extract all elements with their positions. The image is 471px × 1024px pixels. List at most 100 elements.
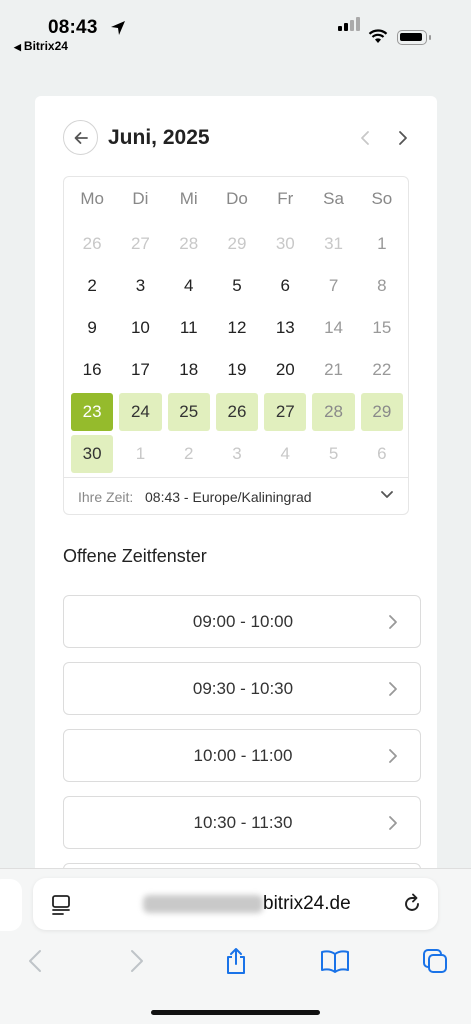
status-time: 08:43 [48,17,98,38]
time-slot-label: 09:30 - 10:30 [192,679,294,698]
calendar-day: 14 [324,318,344,337]
calendar-day: 30 [275,234,295,253]
calendar-day: 6 [377,444,387,463]
reload-icon[interactable] [401,893,423,915]
calendar-day: 4 [280,444,291,463]
battery-icon [397,30,431,45]
calendar-day-available[interactable]: 25 [167,393,210,431]
wifi-icon [368,29,388,43]
back-app-label: Bitrix24 [23,39,68,53]
calendar-day: 16 [82,360,102,379]
chevron-right-icon [399,131,407,145]
chevron-right-icon [131,950,143,972]
time-slot[interactable]: 09:30 - 10:30 [63,662,421,715]
calendar-day: 29 [227,234,247,253]
chevron-left-icon [29,950,41,972]
calendar-day: 31 [324,234,344,253]
time-slot[interactable]: 09:00 - 10:00 [63,595,421,648]
weekday-label: Do [226,189,248,208]
chevron-left-icon [361,131,369,145]
calendar-day-available[interactable]: 24 [119,393,162,431]
chevron-right-icon [389,615,397,629]
calendar-day-available[interactable]: 26 [215,393,259,431]
timezone-label: Ihre Zeit: [78,489,134,505]
booking-card: Juni, 2025 Mo Di Mi Do Fr Sa So 26 27 28… [35,96,437,916]
url-domain: bitrix24.de [263,893,351,914]
calendar-grid: Mo Di Mi Do Fr Sa So 26 27 28 29 30 31 1… [63,176,409,515]
calendar-day: 5 [328,444,339,463]
calendar-day: 21 [324,360,344,379]
calendar-day-available[interactable]: 28 [312,393,355,431]
share-icon [227,948,245,974]
calendar-day: 7 [328,276,339,295]
calendar-day-available[interactable]: 27 [264,393,307,431]
address-bar[interactable]: bitrix24.de [33,878,438,930]
timezone-selector[interactable]: Ihre Zeit: 08:43 - Europe/Kaliningrad [64,477,408,515]
calendar-day: 5 [232,276,242,295]
bookmarks-button[interactable] [320,946,350,976]
tabs-button[interactable] [420,946,450,976]
chevron-down-icon [381,491,393,498]
calendar-day: 15 [372,318,392,337]
share-button[interactable] [221,946,251,976]
calendar-day: 13 [275,318,295,337]
time-slot-label: 10:30 - 11:30 [193,813,293,832]
calendar-day: 12 [227,318,247,337]
timezone-value: 08:43 - Europe/Kaliningrad [145,489,312,505]
calendar-day-available[interactable]: 29 [360,393,403,431]
calendar-day: 10 [130,318,150,337]
calendar-day: 20 [275,360,295,379]
status-bar: 08:43 ◀ Bitrix24 [0,0,471,60]
chevron-right-icon [389,749,397,763]
calendar-day: 2 [87,276,97,295]
browser-forward-button[interactable] [122,946,152,976]
calendar-day: 8 [377,276,387,295]
weekday-label: Mi [179,189,198,208]
back-to-app-link[interactable]: ◀ Bitrix24 [14,39,68,53]
back-arrow-icon [74,131,88,144]
prev-month-button[interactable] [355,128,375,148]
calendar-day: 4 [183,276,194,295]
calendar-day: 6 [280,276,291,295]
weekday-label: Sa [323,189,344,208]
reader-icon[interactable] [51,894,71,916]
chevron-right-icon [389,682,397,696]
calendar-day: 28 [179,234,199,253]
chevron-right-icon [389,816,397,830]
calendar-day: 17 [130,360,150,379]
calendar-day: 3 [232,444,242,463]
weekday-label: Fr [277,189,294,208]
calendar-day: 11 [179,318,198,337]
bookmarks-icon [321,950,349,973]
month-title: Juni, 2025 [108,126,210,149]
calendar-day: 1 [135,444,146,463]
time-slot[interactable]: 10:30 - 11:30 [63,796,421,849]
previous-tab-preview[interactable] [0,879,22,931]
next-month-button[interactable] [393,128,413,148]
time-slot-label: 09:00 - 10:00 [192,612,294,631]
calendar-day-selected[interactable]: 23 [71,393,114,431]
browser-back-button[interactable] [20,946,50,976]
day-grid: 26 27 28 29 30 31 1 2 3 4 5 6 7 8 9 10 1… [68,223,406,475]
calendar-day: 19 [227,360,247,379]
calendar-day: 18 [179,360,199,379]
weekday-label: Mo [80,189,104,208]
home-indicator [151,1010,320,1015]
weekday-label: So [371,189,393,208]
calendar-day: 26 [82,234,102,253]
calendar-header: Juni, 2025 [63,120,413,156]
calendar-day: 3 [135,276,146,295]
calendar-day: 9 [87,318,97,337]
redacted-url-part [143,895,263,913]
back-button[interactable] [63,120,98,155]
location-arrow-icon [111,21,125,35]
calendar-day: 1 [377,234,387,253]
calendar-day: 2 [183,444,194,463]
slots-title: Offene Zeitfenster [63,546,207,566]
calendar-day-available[interactable]: 30 [71,435,114,473]
browser-toolbar: bitrix24.de [0,868,471,1024]
calendar-day: 27 [130,234,150,253]
weekday-label: Di [132,189,149,208]
time-slot[interactable]: 10:00 - 11:00 [63,729,421,782]
calendar-day: 22 [372,360,392,379]
